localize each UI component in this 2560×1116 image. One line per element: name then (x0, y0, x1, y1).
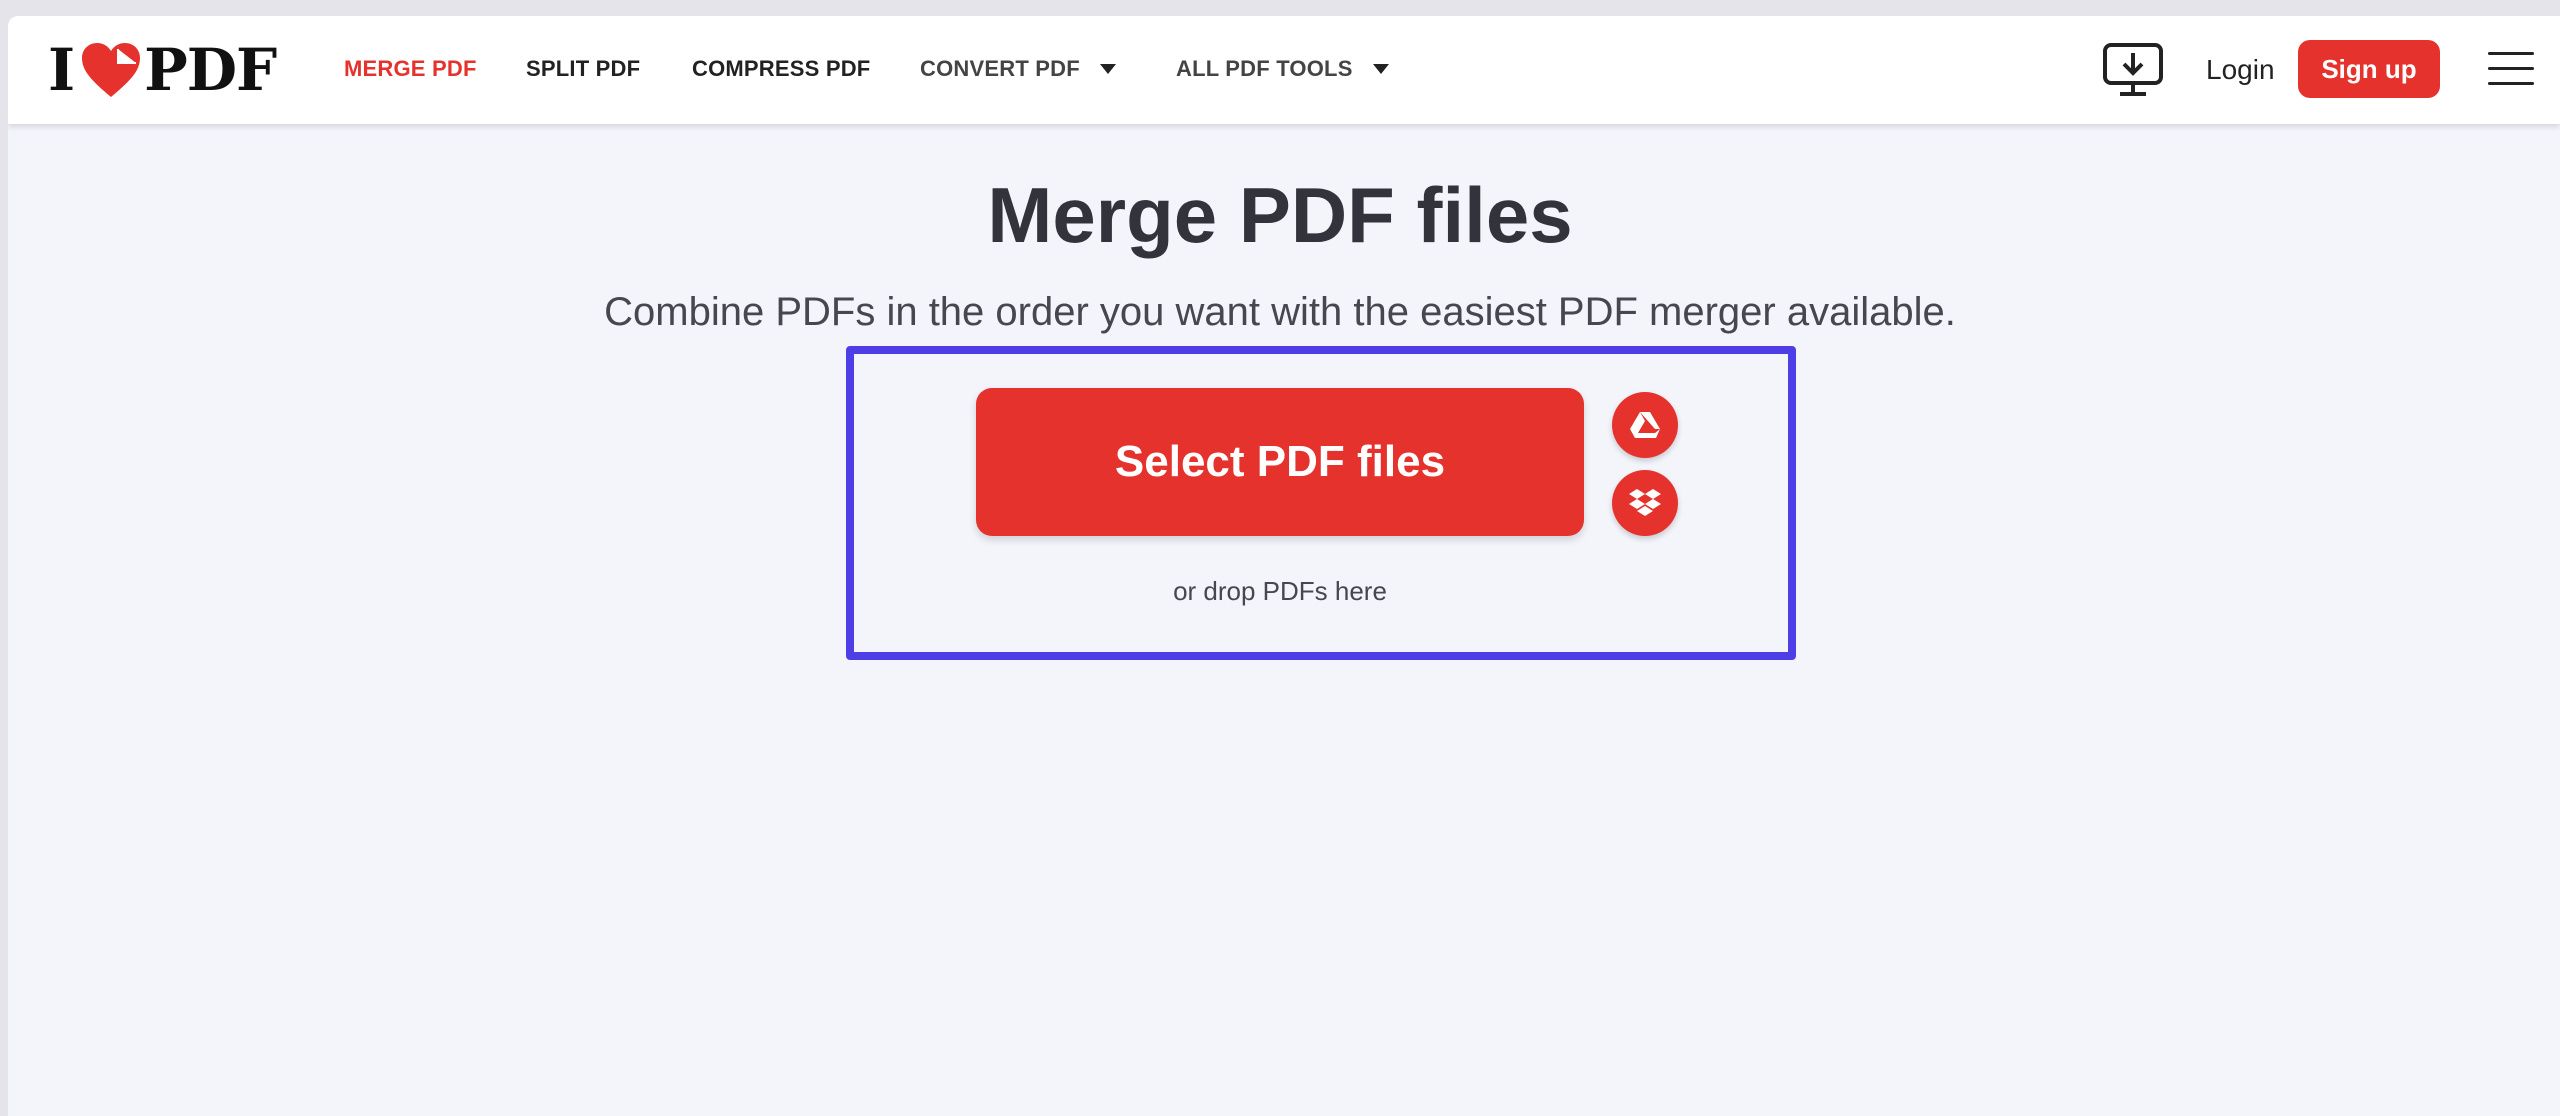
desktop-download-icon[interactable] (2102, 42, 2164, 98)
logo-text-i: I (48, 36, 75, 104)
google-drive-button[interactable] (1612, 392, 1678, 458)
nav-merge-pdf[interactable]: MERGE PDF (344, 56, 477, 82)
drop-hint-text: or drop PDFs here (1173, 576, 1387, 606)
signup-button[interactable]: Sign up (2298, 40, 2440, 98)
hamburger-menu-icon[interactable] (2488, 52, 2534, 88)
top-navbar: I PDF MERGE PDF SPLIT PDF COMPRESS PDF C… (8, 16, 2560, 124)
hamburger-line (2488, 52, 2534, 55)
hamburger-line (2488, 82, 2534, 85)
login-link[interactable]: Login (2206, 54, 2275, 86)
signup-button-label: Sign up (2321, 53, 2417, 84)
page-subtitle: Combine PDFs in the order you want with … (604, 290, 1956, 334)
select-pdf-files-label: Select PDF files (1114, 437, 1446, 486)
dropbox-button[interactable] (1612, 470, 1678, 536)
chevron-down-icon (1099, 64, 1116, 74)
nav-split-pdf-label: SPLIT PDF (526, 56, 641, 81)
ilovepdf-logo[interactable]: I PDF (48, 36, 277, 104)
heart-icon (82, 43, 141, 97)
nav-convert-pdf[interactable]: CONVERT PDF (920, 56, 1116, 82)
nav-all-pdf-tools-label: ALL PDF TOOLS (1176, 56, 1353, 81)
nav-merge-pdf-label: MERGE PDF (344, 56, 477, 81)
logo-text-pdf: PDF (144, 36, 277, 104)
select-pdf-files-button[interactable]: Select PDF files (976, 388, 1584, 536)
google-drive-icon (1630, 412, 1660, 438)
nav-all-pdf-tools[interactable]: ALL PDF TOOLS (1176, 56, 1389, 82)
nav-compress-pdf-label: COMPRESS PDF (692, 56, 871, 81)
nav-convert-pdf-label: CONVERT PDF (920, 56, 1080, 81)
nav-compress-pdf[interactable]: COMPRESS PDF (692, 56, 870, 82)
hamburger-line (2488, 67, 2534, 70)
page-title: Merge PDF files (987, 171, 1573, 259)
nav-split-pdf[interactable]: SPLIT PDF (526, 56, 640, 82)
chevron-down-icon (1372, 64, 1389, 74)
dropbox-icon (1629, 489, 1661, 516)
